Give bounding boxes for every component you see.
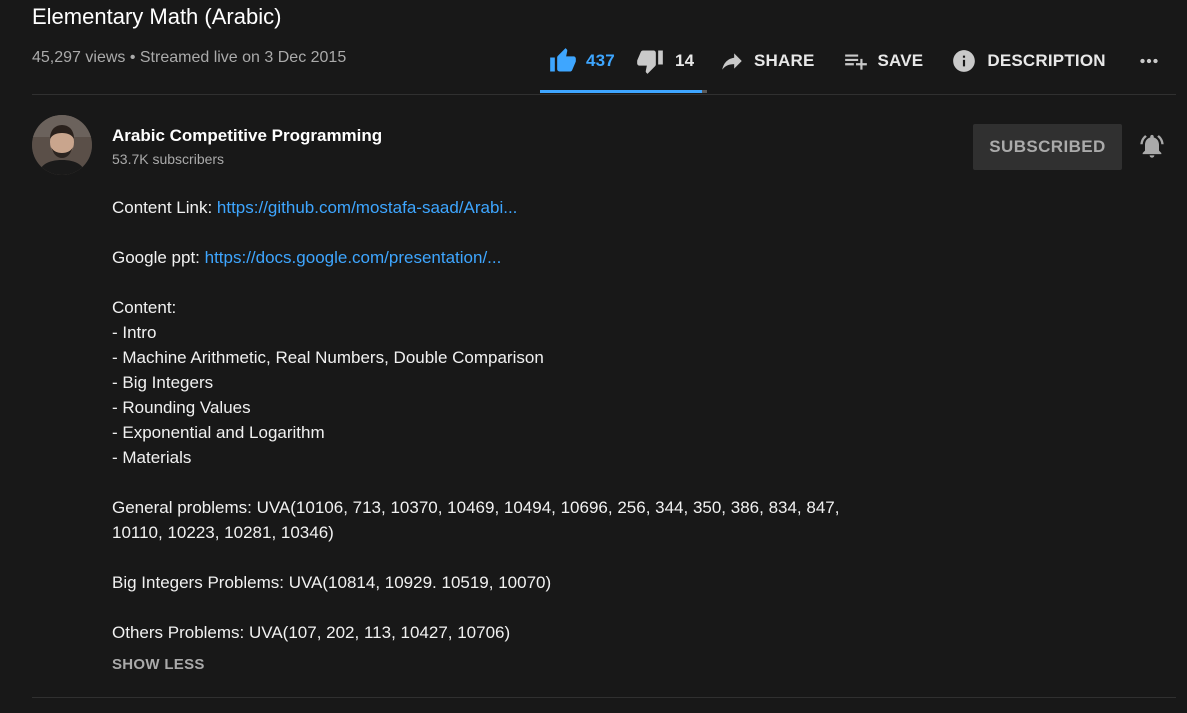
save-button[interactable]: SAVE xyxy=(842,40,924,82)
description-label: DESCRIPTION xyxy=(987,51,1106,70)
dislike-button[interactable]: 14 xyxy=(633,40,725,82)
content-item: - Materials xyxy=(112,448,192,467)
thumb-down-icon xyxy=(637,50,663,74)
other-problems: Others Problems: UVA(107, 202, 113, 1042… xyxy=(112,623,511,642)
notification-bell-button[interactable] xyxy=(1138,131,1166,161)
share-label: SHARE xyxy=(754,51,815,70)
like-button[interactable]: 437 xyxy=(540,40,633,82)
big-integer-problems: Big Integers Problems: UVA(10814, 10929.… xyxy=(112,573,552,592)
playlist-add-icon xyxy=(844,54,867,70)
dislike-count: 14 xyxy=(675,51,695,70)
like-count: 437 xyxy=(586,51,615,70)
channel-avatar[interactable] xyxy=(32,115,92,175)
divider xyxy=(32,94,1176,95)
subscriber-count: 53.7K subscribers xyxy=(112,151,225,167)
content-item: - Machine Arithmetic, Real Numbers, Doub… xyxy=(112,348,544,367)
content-item: - Big Integers xyxy=(112,373,214,392)
show-less-button[interactable]: SHOW LESS xyxy=(112,656,205,673)
video-actions: 437 14 SHARE SAVE DESCRIPTION xyxy=(540,40,1162,94)
more-actions-button[interactable] xyxy=(1136,40,1162,82)
avatar-portrait xyxy=(32,115,92,175)
thumb-up-icon xyxy=(550,48,576,72)
subscribed-button[interactable]: SUBSCRIBED xyxy=(973,124,1122,170)
share-button[interactable]: SHARE xyxy=(718,40,815,82)
content-link-label: Content Link: xyxy=(112,198,217,217)
view-count-and-date: 45,297 views • Streamed live on 3 Dec 20… xyxy=(32,49,347,66)
like-dislike-sentiment-bar xyxy=(540,90,707,93)
content-link-line: Content Link: https://github.com/mostafa… xyxy=(112,195,872,220)
save-label: SAVE xyxy=(877,51,924,70)
general-problems: General problems: UVA(10106, 713, 10370,… xyxy=(112,498,840,542)
divider xyxy=(32,697,1176,698)
share-arrow-icon xyxy=(722,53,742,70)
content-item: - Rounding Values xyxy=(112,398,251,417)
more-horiz-icon xyxy=(1140,58,1158,64)
ppt-link[interactable]: https://docs.google.com/presentation/... xyxy=(205,248,502,267)
bell-icon xyxy=(1140,134,1164,158)
content-item: - Intro xyxy=(112,323,157,342)
video-title: Elementary Math (Arabic) xyxy=(32,4,282,29)
description-button[interactable]: DESCRIPTION xyxy=(951,40,1106,82)
info-icon xyxy=(953,50,976,72)
content-link[interactable]: https://github.com/mostafa-saad/Arabi... xyxy=(217,198,517,217)
sentiment-bar-fill xyxy=(540,90,702,93)
channel-name[interactable]: Arabic Competitive Programming xyxy=(112,126,382,146)
ppt-link-line: Google ppt: https://docs.google.com/pres… xyxy=(112,245,872,270)
video-description: Content Link: https://github.com/mostafa… xyxy=(112,195,872,645)
content-item: - Exponential and Logarithm xyxy=(112,423,325,442)
content-heading: Content: xyxy=(112,298,177,317)
ppt-link-label: Google ppt: xyxy=(112,248,205,267)
